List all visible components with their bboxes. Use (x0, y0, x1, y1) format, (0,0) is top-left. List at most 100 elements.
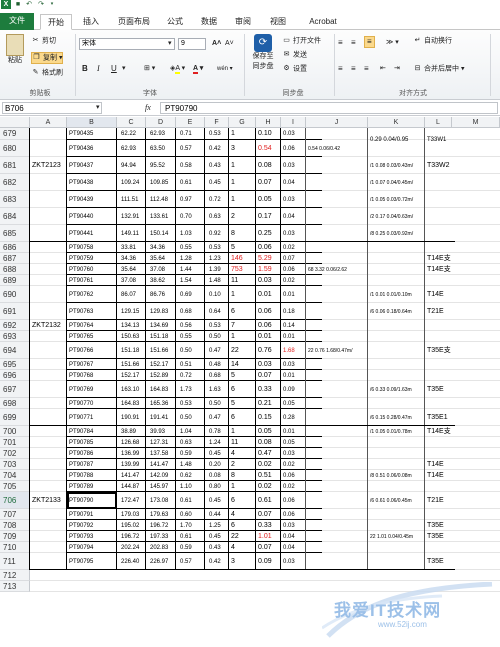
paste-button[interactable]: 粘贴 (4, 34, 26, 66)
cell-f[interactable]: 1.24 (209, 439, 221, 447)
cell-c[interactable]: 150.63 (121, 333, 139, 341)
cell-d[interactable]: 202.83 (150, 544, 168, 552)
formula-input[interactable]: PT90790 (160, 102, 498, 114)
cell-b[interactable]: PT90766 (69, 347, 93, 355)
cell-c[interactable]: 35.64 (121, 266, 136, 274)
row-header[interactable]: 695 (0, 359, 30, 370)
cell-e[interactable]: 0.63 (180, 439, 192, 447)
cell-e[interactable]: 1.03 (180, 230, 192, 238)
cell-b[interactable]: PT90759 (69, 255, 93, 263)
cell-e[interactable]: 1.73 (180, 386, 192, 394)
cell-i[interactable]: 0.02 (283, 483, 295, 491)
cell-c[interactable]: 37.08 (121, 277, 136, 285)
cell-f[interactable]: 0.50 (209, 333, 221, 341)
cell-g[interactable]: 8 (231, 230, 235, 238)
cell-i[interactable]: 0.05 (283, 400, 295, 408)
cell-e[interactable]: 0.57 (180, 558, 192, 566)
phonetic-icon[interactable]: wén ▾ (217, 64, 233, 74)
cell-b[interactable]: PT90438 (69, 179, 93, 187)
cell-i[interactable]: 0.18 (283, 308, 295, 316)
save-icon[interactable]: ■ (13, 0, 23, 9)
cell-d[interactable]: 150.14 (150, 230, 168, 238)
cell-d[interactable]: 151.18 (150, 333, 168, 341)
cell-k[interactable]: /6 0.61 0.06/0.45m (370, 497, 412, 505)
cell-b[interactable]: PT90770 (69, 400, 93, 408)
cell-i[interactable]: 0.02 (283, 461, 295, 469)
cell-f[interactable]: 0.45 (209, 533, 221, 541)
column-header-l[interactable]: L (425, 117, 452, 128)
column-header-h[interactable]: H (256, 117, 281, 128)
cell-g[interactable]: 1 (231, 196, 235, 204)
cell-d[interactable]: 39.93 (150, 428, 165, 436)
cell-b[interactable]: PT90435 (69, 130, 93, 138)
cell-f[interactable]: 0.43 (209, 162, 221, 170)
row-header[interactable]: 698 (0, 398, 30, 409)
cell-g[interactable]: 5 (231, 372, 235, 380)
cell-d[interactable]: 165.36 (150, 400, 168, 408)
cell-f[interactable]: 0.45 (209, 179, 221, 187)
row-header[interactable]: 697 (0, 381, 30, 398)
cell-g[interactable]: 5 (231, 400, 235, 408)
cell-f[interactable]: 0.10 (209, 291, 221, 299)
cell-f[interactable]: 0.68 (209, 372, 221, 380)
cell-f[interactable]: 1.48 (209, 277, 221, 285)
row-header[interactable]: 707 (0, 509, 30, 520)
cell-i[interactable]: 0.04 (283, 533, 295, 541)
cell-b[interactable]: PT90436 (69, 145, 93, 153)
cell-d[interactable]: 127.31 (150, 439, 168, 447)
cell-b[interactable]: PT90794 (69, 544, 93, 552)
cell-i[interactable]: 0.04 (283, 544, 295, 552)
cell-h[interactable]: 0.07 (258, 179, 272, 187)
cell-g[interactable]: 146 (231, 255, 243, 263)
align-bottom-icon[interactable]: ≡ (364, 36, 375, 48)
cell-i[interactable]: 0.03 (283, 196, 295, 204)
cell-f[interactable]: 0.92 (209, 230, 221, 238)
cell-e[interactable]: 0.59 (180, 450, 192, 458)
cell-d[interactable]: 63.50 (150, 145, 165, 153)
cell-h[interactable]: 1.01 (258, 533, 272, 541)
row-header[interactable]: 690 (0, 286, 30, 303)
cell-g[interactable]: 6 (231, 386, 235, 394)
cell-h[interactable]: 0.05 (258, 428, 272, 436)
cell-f[interactable]: 1.23 (209, 255, 221, 263)
cell-h[interactable]: 0.01 (258, 291, 272, 299)
cell-e[interactable]: 0.61 (180, 497, 192, 505)
cell-l[interactable]: T35E (427, 522, 444, 530)
cell-j[interactable]: 22 0.76 1.68/0.47m/ (308, 347, 352, 355)
cell-i[interactable]: 0.28 (283, 414, 295, 422)
row-header[interactable]: 703 (0, 459, 30, 470)
cell-f[interactable]: 0.42 (209, 558, 221, 566)
cut-button[interactable]: ✂ 剪切 (31, 36, 56, 46)
cell-b[interactable]: PT90760 (69, 266, 93, 274)
row-header[interactable]: 706 (0, 492, 30, 509)
row-header[interactable]: 682 (0, 174, 30, 191)
cell-i[interactable]: 0.03 (283, 162, 295, 170)
cell-k[interactable]: /2 0.17 0.04/0.63m/ (370, 213, 413, 221)
cell-f[interactable]: 0.63 (209, 213, 221, 221)
cell-d[interactable]: 145.97 (150, 483, 168, 491)
align-top-icon[interactable]: ≡ (338, 38, 343, 48)
cell-k[interactable]: /1 0.08 0.03/0.43m/ (370, 162, 413, 170)
tab-review[interactable]: 审阅 (232, 14, 254, 30)
cell-l[interactable]: T14E支 (427, 428, 451, 436)
column-header-k[interactable]: K (368, 117, 425, 128)
cell-l[interactable]: T21E (427, 308, 444, 316)
cell-d[interactable]: 112.48 (150, 196, 168, 204)
cell-f[interactable]: 0.42 (209, 145, 221, 153)
cell-e[interactable]: 0.61 (180, 533, 192, 541)
row-header[interactable]: 688 (0, 264, 30, 275)
cell-g[interactable]: 4 (231, 450, 235, 458)
cell-g[interactable]: 7 (231, 322, 235, 330)
cell-e[interactable]: 1.54 (180, 277, 192, 285)
cell-i[interactable]: 0.04 (283, 179, 295, 187)
column-header-e[interactable]: E (176, 117, 205, 128)
cell-d[interactable]: 109.85 (150, 179, 168, 187)
cell-e[interactable]: 1.04 (180, 428, 192, 436)
row-header[interactable]: 708 (0, 520, 30, 531)
cell-i[interactable]: 0.05 (283, 439, 295, 447)
cell-d[interactable]: 164.83 (150, 386, 168, 394)
format-painter-button[interactable]: ✎ 格式刷 (31, 68, 63, 78)
cell-f[interactable]: 0.53 (209, 130, 221, 138)
cell-b[interactable]: PT90441 (69, 230, 93, 238)
tab-page-layout[interactable]: 页面布局 (114, 14, 154, 30)
